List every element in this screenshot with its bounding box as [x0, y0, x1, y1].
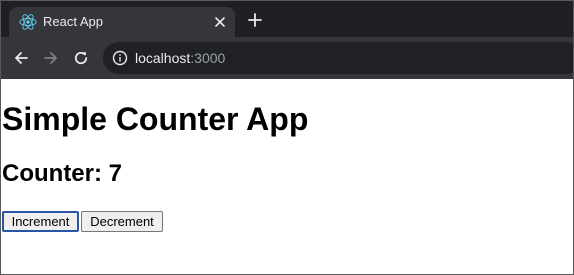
decrement-button[interactable]: Decrement [81, 211, 163, 232]
increment-button[interactable]: Increment [2, 211, 79, 232]
tab-title: React App [43, 14, 103, 29]
arrow-left-icon[interactable] [11, 48, 31, 68]
react-logo-icon [19, 14, 37, 30]
info-icon[interactable] [111, 49, 129, 67]
tab-react-app[interactable]: React App [9, 7, 235, 37]
reload-icon[interactable] [71, 48, 91, 68]
url-port: :3000 [190, 50, 226, 66]
url-host: localhost [135, 50, 191, 66]
close-icon[interactable] [211, 13, 229, 31]
page-title: Simple Counter App [2, 101, 309, 137]
arrow-right-icon[interactable] [41, 48, 61, 68]
counter-display: Counter: 7 [2, 160, 122, 187]
browser-window: React App localhost:3000 Simple Counter … [0, 0, 574, 275]
page-content: Simple Counter App Counter: 7 Increment … [1, 79, 573, 274]
browser-toolbar: localhost:3000 [1, 37, 573, 79]
plus-icon[interactable] [245, 10, 265, 30]
url-text[interactable]: localhost:3000 [135, 50, 225, 66]
address-bar[interactable]: localhost:3000 [103, 42, 573, 74]
tab-strip: React App [1, 1, 573, 37]
